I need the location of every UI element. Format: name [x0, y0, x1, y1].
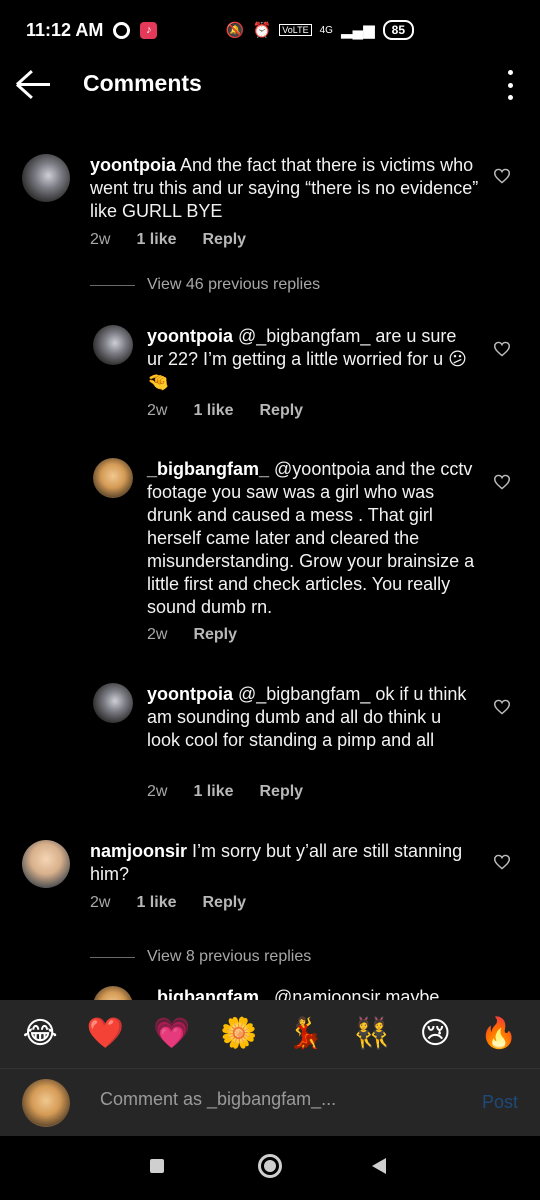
- comment-time: 2w: [90, 894, 111, 911]
- reply-button[interactable]: Reply: [259, 783, 303, 801]
- like-heart-icon[interactable]: [493, 474, 511, 490]
- comment-username[interactable]: yoontpoia: [90, 155, 176, 175]
- avatar[interactable]: [93, 986, 133, 1000]
- reply-button[interactable]: Reply: [259, 402, 303, 420]
- avatar[interactable]: [93, 458, 133, 498]
- comment-text: yoontpoia And the fact that there is vic…: [90, 154, 480, 223]
- view-replies-label[interactable]: View 46 previous replies: [147, 276, 320, 294]
- avatar[interactable]: [22, 154, 70, 202]
- recents-icon[interactable]: [150, 1159, 164, 1173]
- status-bar: 11:12 AM ♪ 🔕 ⏰ VoLTE 4G ▂▄▆ 85: [0, 0, 540, 60]
- view-replies-button[interactable]: View 8 previous replies: [90, 948, 311, 966]
- comment-time: 2w: [147, 783, 168, 800]
- comment-meta: 2w 1 like Reply: [147, 783, 303, 801]
- comment-time: 2w: [147, 626, 168, 643]
- comment-likes[interactable]: 1 like: [193, 402, 233, 420]
- comment-input[interactable]: [100, 1089, 400, 1110]
- system-nav-bar: [0, 1136, 540, 1200]
- avatar[interactable]: [93, 683, 133, 723]
- comment-time: 2w: [147, 402, 168, 419]
- like-heart-icon[interactable]: [493, 699, 511, 715]
- emoji-reaction-bar: 😂 ❤️ 💗 🌼 💃 👯 😢 🔥: [0, 1000, 540, 1068]
- view-replies-button[interactable]: View 46 previous replies: [90, 276, 320, 294]
- comment-meta: 2w Reply: [147, 626, 237, 644]
- chrome-icon: [113, 21, 131, 39]
- like-heart-icon[interactable]: [493, 854, 511, 870]
- reply-button[interactable]: Reply: [202, 894, 246, 912]
- mute-icon: 🔕: [225, 22, 245, 39]
- comment-text: namjoonsir I’m sorry but y’all are still…: [90, 840, 480, 886]
- comment-likes[interactable]: 1 like: [136, 894, 176, 912]
- header: Comments: [0, 60, 540, 110]
- comment-text: yoontpoia @_bigbangfam_ ok if u think am…: [147, 683, 477, 752]
- comment-username[interactable]: _bigbangfam_: [147, 459, 269, 479]
- like-heart-icon[interactable]: [493, 168, 511, 184]
- comment-username[interactable]: yoontpoia: [147, 326, 233, 346]
- signal-icon: ▂▄▆: [340, 22, 375, 39]
- avatar[interactable]: [22, 840, 70, 888]
- comment-content: @yoontpoia and the cctv footage you saw …: [147, 459, 475, 617]
- back-arrow-icon[interactable]: [15, 66, 52, 102]
- reply-button[interactable]: Reply: [202, 231, 246, 249]
- comment-time: 2w: [90, 231, 111, 248]
- more-options-icon[interactable]: [506, 70, 514, 100]
- home-icon[interactable]: [258, 1154, 282, 1178]
- emoji-flower[interactable]: 🌼: [220, 1019, 257, 1049]
- comment-username[interactable]: yoontpoia: [147, 684, 233, 704]
- comment-meta: 2w 1 like Reply: [90, 231, 246, 249]
- comment-text: _bigbangfam_ @yoontpoia and the cctv foo…: [147, 458, 477, 619]
- emoji-fire[interactable]: 🔥: [480, 1019, 517, 1049]
- battery-indicator: 85: [382, 20, 414, 40]
- comment-username[interactable]: namjoonsir: [90, 841, 187, 861]
- comment-username[interactable]: _bigbangfam_: [147, 987, 269, 1000]
- emoji-pink-heart[interactable]: 💗: [153, 1019, 190, 1049]
- emoji-laughing[interactable]: 😂: [23, 1019, 58, 1049]
- emoji-heart[interactable]: ❤️: [87, 1019, 124, 1049]
- avatar[interactable]: [93, 325, 133, 365]
- status-right: 🔕 ⏰ VoLTE 4G ▂▄▆ 85: [226, 20, 414, 40]
- status-left: 11:12 AM ♪: [26, 19, 158, 41]
- emoji-dancers[interactable]: 👯: [353, 1019, 390, 1049]
- comment-input-bar: Post: [0, 1068, 540, 1136]
- avatar: [22, 1079, 70, 1127]
- emoji-dancer[interactable]: 💃: [286, 1019, 323, 1049]
- alarm-icon: ⏰: [252, 22, 272, 39]
- like-heart-icon[interactable]: [493, 341, 511, 357]
- tiktok-icon: ♪: [140, 21, 158, 39]
- volte-icon: VoLTE: [279, 24, 312, 36]
- page-title: Comments: [83, 70, 202, 96]
- comment-text: yoontpoia @_bigbangfam_ are u sure ur 22…: [147, 325, 477, 394]
- comment-content: @namjoonsir maybe: [269, 987, 440, 1000]
- comment-meta: 2w 1 like Reply: [147, 402, 303, 420]
- network-label: 4G: [319, 24, 333, 36]
- comment-list[interactable]: yoontpoia And the fact that there is vic…: [0, 110, 540, 1000]
- back-icon[interactable]: [372, 1158, 386, 1174]
- comment-likes[interactable]: 1 like: [193, 783, 233, 801]
- reply-button[interactable]: Reply: [193, 626, 237, 644]
- emoji-crying[interactable]: 😢: [420, 1019, 451, 1049]
- status-time: 11:12 AM: [26, 19, 104, 40]
- comment-meta: 2w 1 like Reply: [90, 894, 246, 912]
- post-button[interactable]: Post: [482, 1092, 518, 1113]
- comment-text: _bigbangfam_ @namjoonsir maybe: [147, 986, 477, 1000]
- view-replies-label[interactable]: View 8 previous replies: [147, 948, 311, 966]
- comment-likes[interactable]: 1 like: [136, 231, 176, 249]
